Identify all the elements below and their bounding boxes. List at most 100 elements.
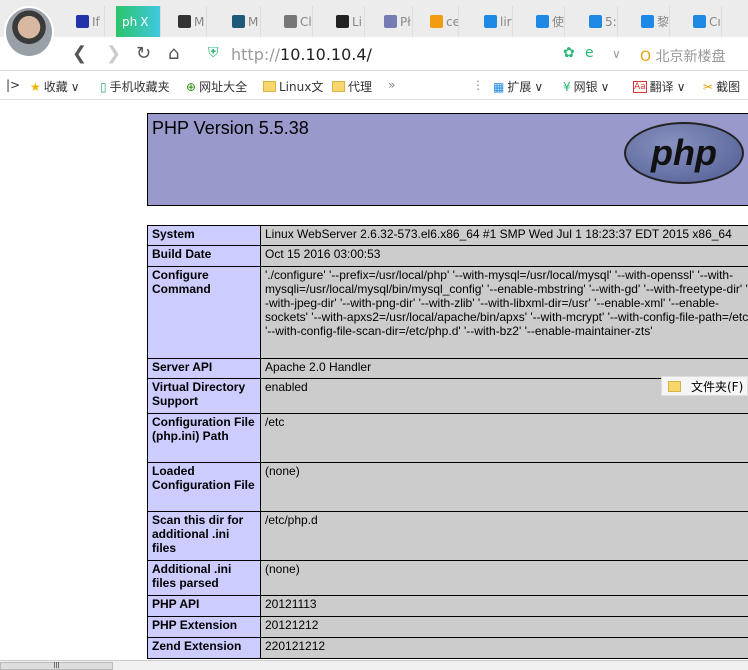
shield-icon: ⛨ xyxy=(208,45,219,61)
row-label: Server API xyxy=(147,358,261,379)
sidebar-toggle-icon[interactable]: |> xyxy=(6,78,20,92)
browser-tab[interactable]: M xyxy=(226,6,261,37)
tab-label: 黎 xyxy=(657,15,670,29)
page-content: PHP Version 5.5.38 php System Linux WebSe… xyxy=(0,101,748,660)
row-label: Scan this dir for additional .ini files xyxy=(147,511,261,561)
horizontal-scrollbar[interactable]: ||| xyxy=(0,660,748,670)
browser-tab[interactable]: Li xyxy=(330,6,365,37)
bookmark-label: 手机收藏夹 xyxy=(109,80,170,94)
browser-tab[interactable]: 黎 xyxy=(635,6,670,37)
tool-bank[interactable]: ¥ 网银 ∨ xyxy=(563,78,609,95)
browser-tab[interactable]: 5: xyxy=(583,6,618,37)
tab-label: 使 xyxy=(552,15,565,29)
star-icon: ★ xyxy=(30,79,41,94)
folder-icon xyxy=(668,380,681,392)
tool-extensions[interactable]: ▦ 扩展 ∨ xyxy=(493,78,543,95)
browser-tab[interactable]: Cı xyxy=(687,6,722,37)
tab-label: Cl xyxy=(300,14,312,29)
tab-label: Pł xyxy=(400,14,411,29)
search-box[interactable]: O 北京新楼盘 xyxy=(640,46,725,66)
row-label: Zend Extension xyxy=(147,637,261,659)
browser-tab[interactable]: ce xyxy=(424,6,459,37)
close-tab-icon[interactable]: X xyxy=(140,15,148,29)
tab-favicon-icon xyxy=(178,15,191,28)
tab-favicon-icon xyxy=(76,15,89,28)
reload-icon[interactable]: ↻ xyxy=(136,43,151,64)
row-value: (none) xyxy=(260,560,748,596)
bookmarks-bar: |> ★ 收藏 ∨ ▯ 手机收藏夹 ⊕ 网址大全 Linux文 代理 » ⋮ ▦ 扩展 … xyxy=(0,71,748,100)
table-row: Configure Command './configure' '--prefix… xyxy=(147,266,748,359)
scrollbar-thumb[interactable]: ||| xyxy=(0,662,113,670)
bookmark-sites[interactable]: ⊕ 网址大全 xyxy=(186,78,247,95)
bookmark-linux[interactable]: Linux文 xyxy=(263,78,323,95)
bookmark-mobile[interactable]: ▯ 手机收藏夹 xyxy=(100,78,170,95)
browser-tab[interactable]: lir xyxy=(478,6,513,37)
url-host: 10.10.10.4/ xyxy=(280,45,372,64)
tab-favicon-icon xyxy=(232,15,245,28)
browser-tab[interactable]: ph X xyxy=(116,6,161,37)
folder-popup[interactable]: 文件夹(F) xyxy=(661,376,748,396)
row-label: Configuration File (php.ini) Path xyxy=(147,413,261,463)
browser-tab[interactable]: M xyxy=(172,6,207,37)
bookmark-label: 代理 xyxy=(348,80,373,94)
tool-label: 翻译 xyxy=(649,80,674,94)
more-bookmarks[interactable]: » xyxy=(388,78,395,92)
php-logo: php xyxy=(624,122,744,184)
tool-label: 网银 xyxy=(573,80,598,94)
table-row: System Linux WebServer 2.6.32-573.el6.x86… xyxy=(147,225,748,246)
tab-favicon-icon xyxy=(641,15,654,28)
bookmark-proxy[interactable]: 代理 xyxy=(332,78,372,95)
row-value: /etc/php.d xyxy=(260,511,748,561)
folder-icon xyxy=(332,81,345,92)
row-value: 220121212 xyxy=(260,637,748,659)
tab-favicon-icon xyxy=(484,15,497,28)
folder-icon xyxy=(263,81,276,92)
ie-icon[interactable]: e xyxy=(585,45,594,61)
row-value: Oct 15 2016 03:00:53 xyxy=(260,245,748,267)
address-bar: ❮ ❯ ↻ ⌂ ⛨ ✿ e ∨ O 北京新楼盘 xyxy=(0,37,748,71)
back-icon[interactable]: ❮ xyxy=(72,43,87,64)
row-label: Additional .ini files parsed xyxy=(147,560,261,596)
browser-tab[interactable]: Pł xyxy=(378,6,413,37)
tool-translate[interactable]: Aa 翻译 ∨ xyxy=(633,78,685,95)
search-icon: O xyxy=(640,49,652,65)
tab-label: If xyxy=(92,14,100,29)
dropdown-icon[interactable]: ∨ xyxy=(612,47,621,61)
tab-favicon-icon xyxy=(693,15,706,28)
browser-tab[interactable]: If xyxy=(70,6,105,37)
search-placeholder: 北京新楼盘 xyxy=(655,49,726,65)
browser-tab[interactable]: Cl xyxy=(278,6,313,37)
browser-tab[interactable]: 使 xyxy=(530,6,565,37)
bookmark-label: 网址大全 xyxy=(199,80,248,94)
table-row: Server API Apache 2.0 Handler xyxy=(147,358,748,379)
row-value: /etc xyxy=(260,413,748,463)
tab-label: Li xyxy=(352,14,363,29)
user-avatar[interactable] xyxy=(4,6,54,58)
row-label: PHP API xyxy=(147,595,261,617)
row-value: Linux WebServer 2.6.32-573.el6.x86_64 #1… xyxy=(260,225,748,246)
tool-label: 扩展 xyxy=(507,80,532,94)
table-row: Zend Extension 220121212 xyxy=(147,637,748,659)
table-row: Build Date Oct 15 2016 03:00:53 xyxy=(147,245,748,267)
menu-dots-icon[interactable]: ⋮ xyxy=(472,78,484,92)
home-icon[interactable]: ⌂ xyxy=(168,43,179,64)
bookmark-favorites[interactable]: ★ 收藏 ∨ xyxy=(30,78,80,95)
bank-shield-icon: ¥ xyxy=(563,79,571,94)
extensions-icon: ▦ xyxy=(493,79,505,94)
php-header: PHP Version 5.5.38 php xyxy=(147,113,748,206)
url-input[interactable]: http://10.10.10.4/ xyxy=(231,45,372,64)
speed-icon[interactable]: ✿ xyxy=(563,45,575,61)
tab-favicon-icon xyxy=(589,15,602,28)
row-label: Build Date xyxy=(147,245,261,267)
row-label: Configure Command xyxy=(147,266,261,359)
tool-label: 截图 xyxy=(716,80,741,94)
table-row: PHP Extension 20121212 xyxy=(147,616,748,638)
row-label: Loaded Configuration File xyxy=(147,462,261,512)
translate-icon: Aa xyxy=(633,80,647,93)
forward-icon[interactable]: ❯ xyxy=(106,43,121,64)
tab-label: 5: xyxy=(605,14,617,29)
popup-label: 文件夹(F) xyxy=(691,379,744,394)
tab-label: lir xyxy=(500,14,512,29)
table-row: Loaded Configuration File (none) xyxy=(147,462,748,512)
tool-screenshot[interactable]: ✂ 截图 xyxy=(703,78,740,95)
